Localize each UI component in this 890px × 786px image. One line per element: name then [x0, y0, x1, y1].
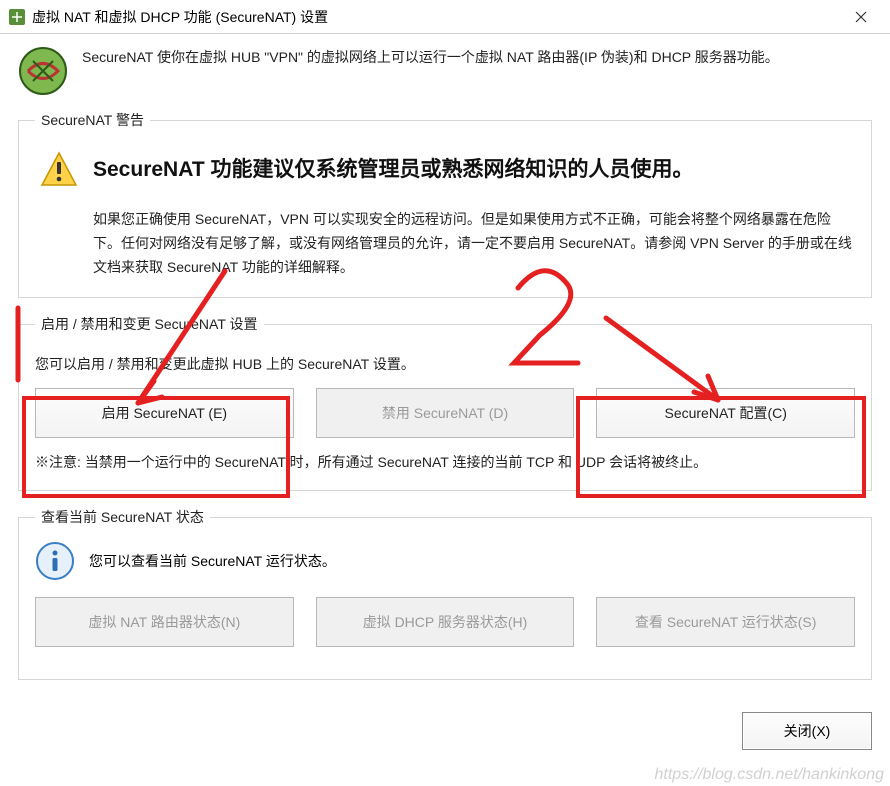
status-legend: 查看当前 SecureNAT 状态: [35, 507, 210, 527]
config-desc: 您可以启用 / 禁用和变更此虚拟 HUB 上的 SecureNAT 设置。: [35, 354, 855, 374]
warning-body: 如果您正确使用 SecureNAT，VPN 可以实现安全的远程访问。但是如果使用…: [93, 208, 855, 279]
watermark: https://blog.csdn.net/hankinkong: [655, 766, 885, 784]
securenat-icon: [18, 46, 68, 96]
close-button[interactable]: 关闭(X): [742, 712, 872, 750]
window-title: 虚拟 NAT 和虚拟 DHCP 功能 (SecureNAT) 设置: [32, 7, 838, 27]
warning-title: SecureNAT 功能建议仅系统管理员或熟悉网络知识的人员使用。: [93, 155, 693, 184]
footer: 关闭(X): [0, 706, 890, 762]
config-legend: 启用 / 禁用和变更 SecureNAT 设置: [35, 314, 264, 334]
app-icon: [8, 8, 26, 26]
titlebar: 虚拟 NAT 和虚拟 DHCP 功能 (SecureNAT) 设置: [0, 0, 890, 34]
dhcp-server-status-button: 虚拟 DHCP 服务器状态(H): [316, 597, 575, 647]
warning-legend: SecureNAT 警告: [35, 110, 150, 130]
intro-text: SecureNAT 使你在虚拟 HUB "VPN" 的虚拟网络上可以运行一个虚拟…: [82, 46, 779, 68]
intro-section: SecureNAT 使你在虚拟 HUB "VPN" 的虚拟网络上可以运行一个虚拟…: [18, 46, 872, 96]
status-desc: 您可以查看当前 SecureNAT 运行状态。: [89, 551, 336, 571]
disable-securenat-button: 禁用 SecureNAT (D): [316, 388, 575, 438]
nat-router-status-button: 虚拟 NAT 路由器状态(N): [35, 597, 294, 647]
window-close-button[interactable]: [838, 2, 884, 32]
info-icon: [35, 541, 75, 581]
enable-securenat-button[interactable]: 启用 SecureNAT (E): [35, 388, 294, 438]
status-group: 查看当前 SecureNAT 状态 您可以查看当前 SecureNAT 运行状态…: [18, 507, 872, 680]
config-note: ※注意: 当禁用一个运行中的 SecureNAT 时，所有通过 SecureNA…: [35, 452, 855, 472]
securenat-runtime-status-button: 查看 SecureNAT 运行状态(S): [596, 597, 855, 647]
config-group: 启用 / 禁用和变更 SecureNAT 设置 您可以启用 / 禁用和变更此虚拟…: [18, 314, 872, 491]
warning-icon: [39, 150, 79, 190]
warning-group: SecureNAT 警告 SecureNAT 功能建议仅系统管理员或熟悉网络知识…: [18, 110, 872, 298]
securenat-config-button[interactable]: SecureNAT 配置(C): [596, 388, 855, 438]
